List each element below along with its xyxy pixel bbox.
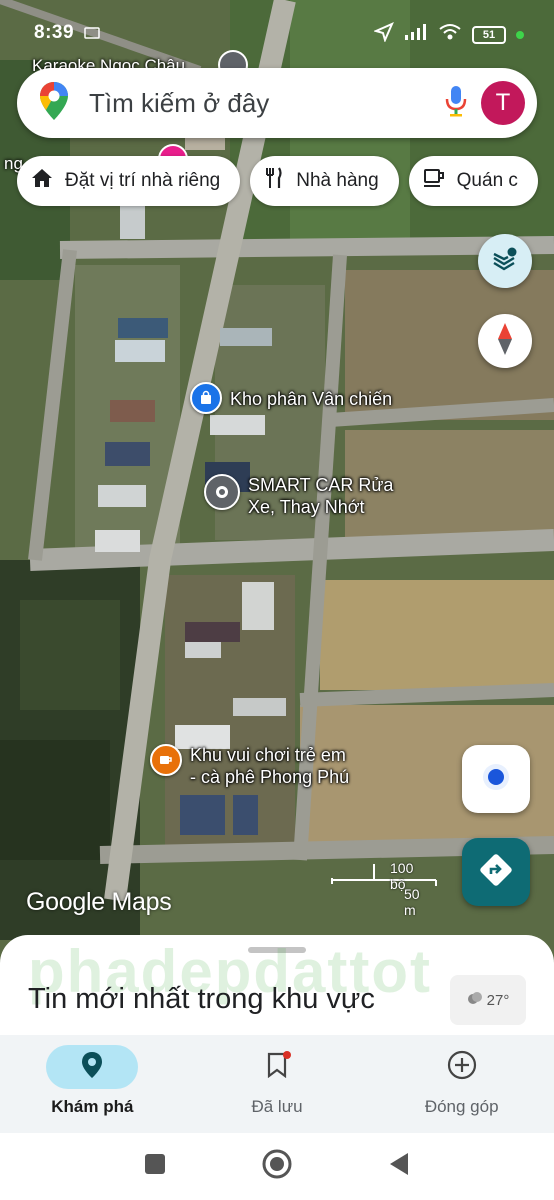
notification-dot	[283, 1051, 291, 1059]
home-icon	[31, 168, 53, 194]
system-navigation-bar	[0, 1133, 554, 1200]
chip-label: Đặt vị trí nhà riêng	[65, 170, 221, 191]
my-location-icon	[481, 762, 511, 797]
nav-contribute[interactable]: Đóng góp	[369, 1035, 554, 1133]
nav-explore[interactable]: Khám phá	[0, 1035, 185, 1133]
chip-label: Quán c	[456, 170, 518, 191]
explore-sheet[interactable]: phadepdattot Tin mới nhất trong khu vực …	[0, 935, 554, 1045]
status-time: 8:39	[34, 22, 75, 43]
chip-label: Nhà hàng	[296, 170, 379, 191]
back-button[interactable]	[388, 1152, 410, 1181]
pin-icon	[204, 474, 240, 510]
chip-cafe[interactable]: Quán c	[408, 156, 538, 206]
cast-icon	[84, 26, 100, 44]
microphone-icon[interactable]	[445, 85, 467, 122]
shopping-bag-icon	[190, 382, 222, 414]
my-location-button[interactable]	[462, 745, 530, 813]
layers-icon	[491, 246, 519, 277]
directions-button[interactable]	[462, 838, 530, 906]
weather-temp: 27°	[486, 991, 510, 1009]
layers-button[interactable]	[478, 234, 532, 288]
nav-label: Đã lưu	[251, 1097, 303, 1116]
nav-icon-pill	[231, 1045, 323, 1089]
nav-saved[interactable]: Đã lưu	[185, 1035, 370, 1133]
cafe-icon	[423, 168, 445, 194]
google-maps-logo: Google Maps	[26, 888, 172, 916]
poi-label-line2: Xe, Thay Nhớt	[248, 497, 365, 517]
nav-icon-pill	[416, 1045, 508, 1089]
compass-icon	[495, 322, 515, 361]
poi-label-line1: SMART CAR Rửa	[248, 475, 394, 495]
category-chips: Đặt vị trí nhà riêng Nhà hàng Quán c	[17, 156, 538, 206]
search-input[interactable]	[89, 87, 445, 119]
nav-icon-pill	[46, 1045, 139, 1089]
status-bar: 8:39 51	[0, 0, 554, 64]
compass-button[interactable]	[478, 314, 532, 368]
sheet-title: Tin mới nhất trong khu vực	[28, 983, 375, 1015]
nav-label: Đóng góp	[424, 1097, 499, 1116]
battery-indicator: 51	[472, 25, 506, 44]
poi-khu-vui-choi[interactable]: Khu vui chơi trẻ em - cà phê Phong Phú	[150, 744, 349, 788]
recents-button[interactable]	[144, 1153, 166, 1180]
explore-pin-icon	[81, 1051, 103, 1084]
privacy-dot	[516, 30, 524, 39]
account-avatar[interactable]: T	[481, 81, 525, 125]
directions-icon	[479, 853, 513, 892]
home-button[interactable]	[262, 1149, 292, 1184]
location-arrow-icon	[373, 22, 394, 47]
weather-badge[interactable]: 27°	[450, 975, 526, 1025]
scale-meters: 50 m	[404, 886, 420, 918]
wifi-icon	[438, 23, 462, 46]
signal-icon	[404, 23, 428, 46]
restaurant-icon	[264, 167, 284, 195]
poi-label-line1: Khu vui chơi trẻ em	[190, 745, 346, 765]
scale-bar-graphic	[331, 864, 437, 886]
poi-smart-car[interactable]: SMART CAR Rửa Xe, Thay Nhớt	[204, 474, 393, 518]
bottom-navigation: Khám phá Đã lưu Đóng góp	[0, 1035, 554, 1133]
chip-restaurants[interactable]: Nhà hàng	[250, 156, 399, 206]
search-bar[interactable]: T	[17, 68, 537, 138]
poi-label: Kho phân Vân chiến	[230, 389, 393, 409]
coffee-icon	[150, 744, 182, 776]
chip-set-home[interactable]: Đặt vị trí nhà riêng	[17, 156, 241, 206]
cloud-icon	[467, 991, 483, 1009]
poi-label-line2: - cà phê Phong Phú	[190, 767, 350, 787]
add-circle-icon	[447, 1050, 477, 1085]
maps-logo-icon	[39, 81, 69, 126]
poi-kho-phan[interactable]: Kho phân Vân chiến	[190, 382, 392, 414]
nav-label: Khám phá	[51, 1097, 134, 1116]
